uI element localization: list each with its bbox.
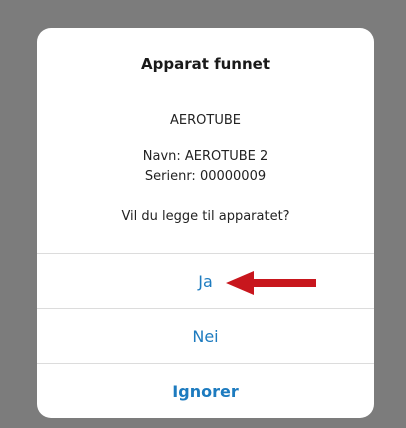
red-arrow-icon: [226, 271, 316, 295]
no-button[interactable]: Nei: [37, 308, 374, 363]
add-device-question: Vil du legge til apparatet?: [121, 209, 290, 224]
dialog-title: Apparat funnet: [140, 55, 271, 73]
ignore-button[interactable]: Ignorer: [37, 363, 374, 418]
device-name: Navn: AEROTUBE 2: [142, 149, 269, 164]
device-found-dialog: Apparat funnet AEROTUBE Navn: AEROTUBE 2…: [37, 28, 374, 418]
device-type: AEROTUBE: [170, 113, 241, 128]
dialog-body: Apparat funnet AEROTUBE Navn: AEROTUBE 2…: [37, 28, 374, 253]
device-serial: Serienr: 00000009: [144, 169, 267, 184]
yes-button[interactable]: Ja: [37, 253, 374, 308]
